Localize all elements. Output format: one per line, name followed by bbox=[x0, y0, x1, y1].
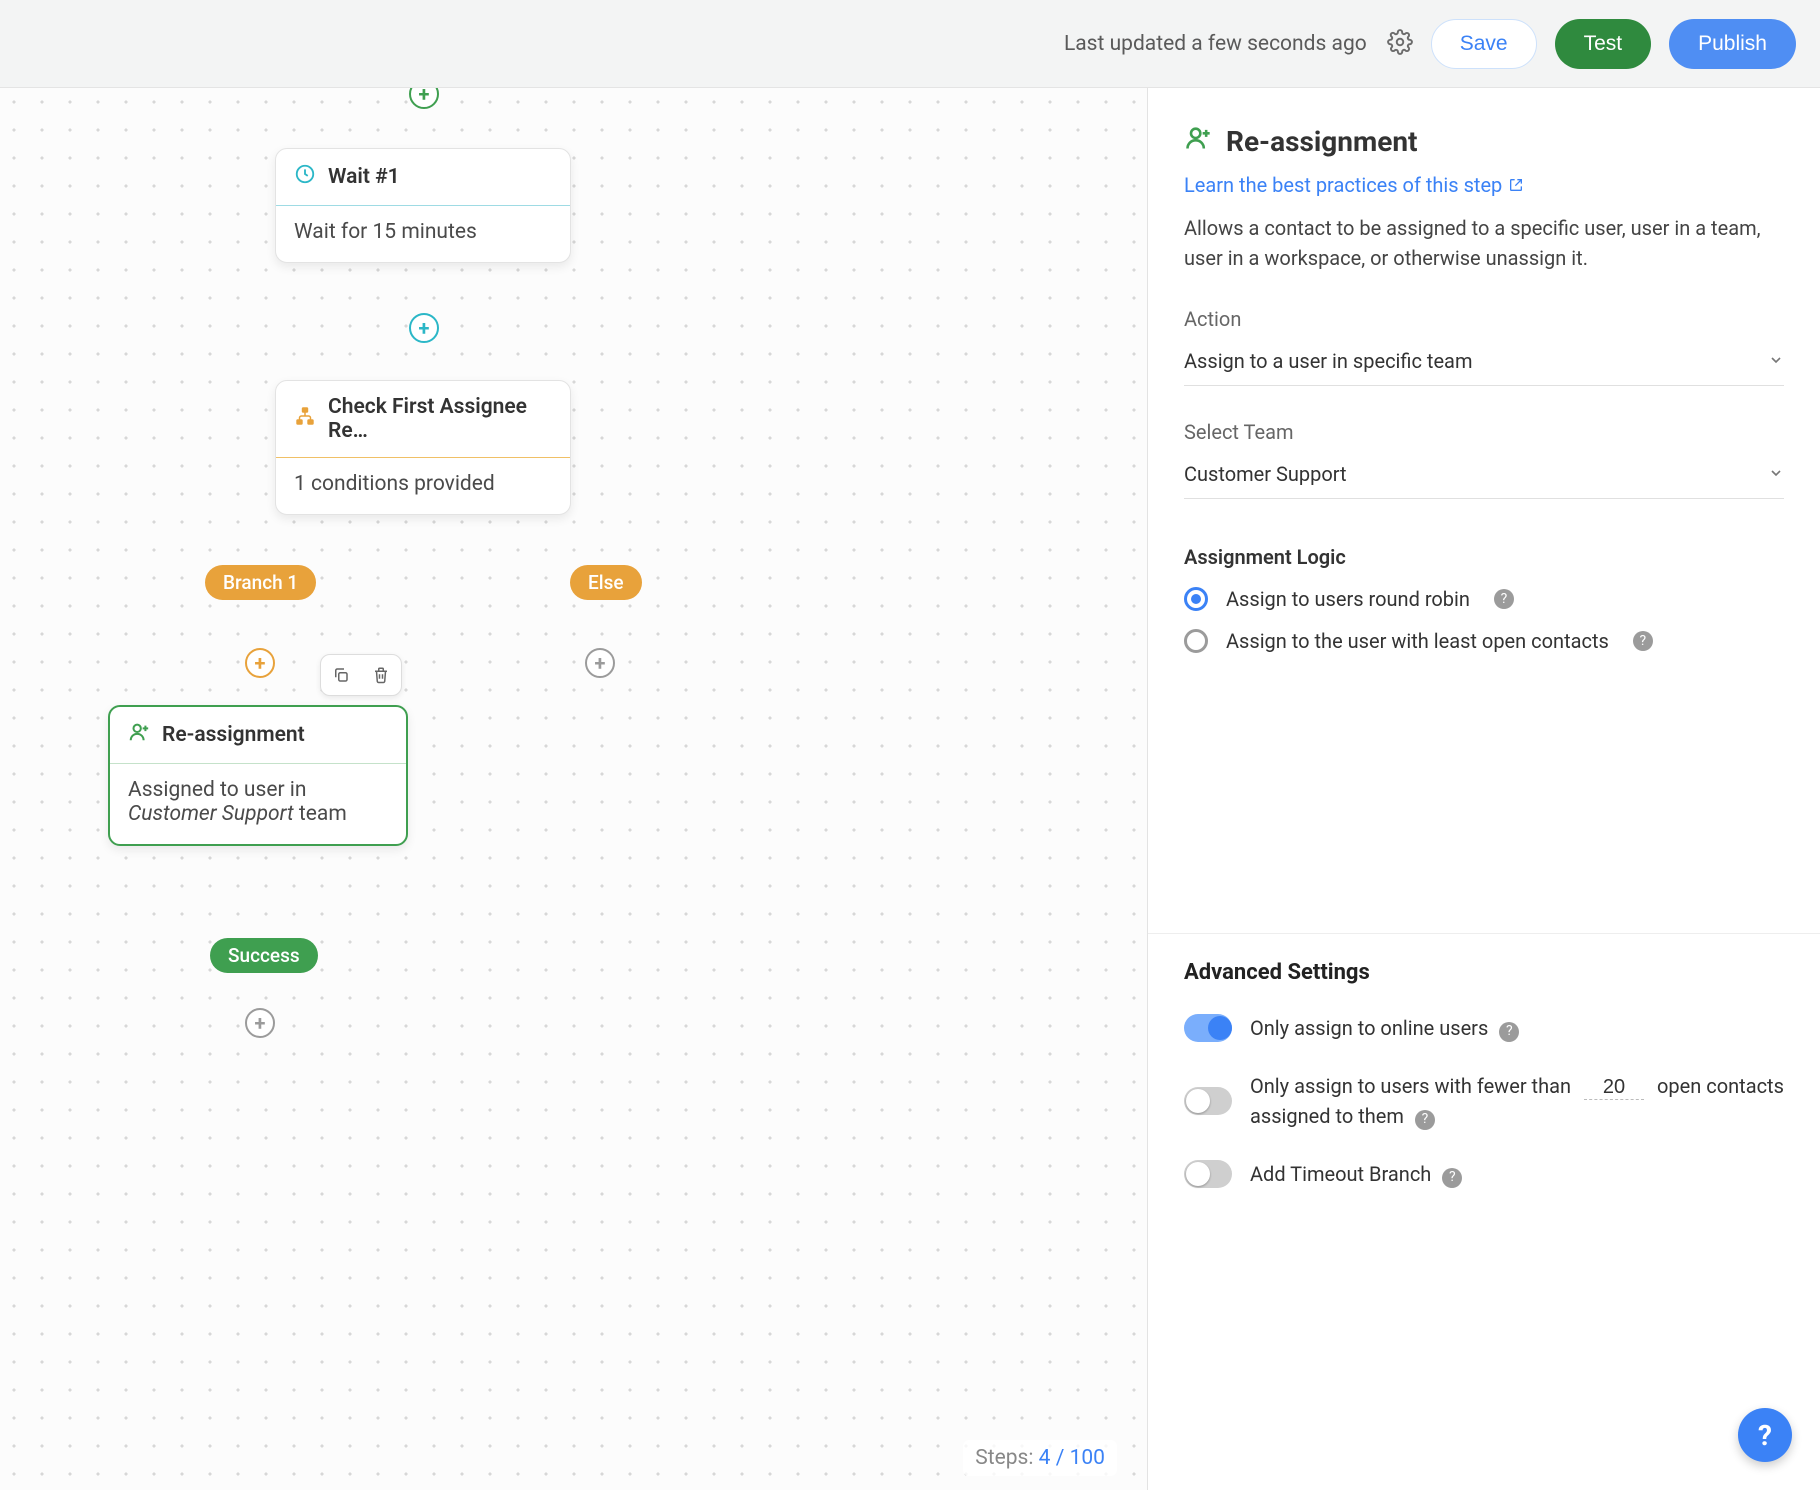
flow-canvas[interactable]: + + + + + Wait #1 Wait for 15 minutes Ch… bbox=[0, 88, 1148, 1490]
radio-checked-icon bbox=[1184, 587, 1208, 611]
help-icon[interactable]: ? bbox=[1415, 1110, 1435, 1130]
node-toolbox bbox=[320, 654, 402, 696]
help-fab[interactable]: ? bbox=[1738, 1408, 1792, 1462]
clock-icon bbox=[294, 163, 316, 191]
advanced-settings-title: Advanced Settings bbox=[1184, 960, 1784, 985]
node-branch[interactable]: Check First Assignee Re… 1 conditions pr… bbox=[275, 380, 571, 515]
node-wait[interactable]: Wait #1 Wait for 15 minutes bbox=[275, 148, 571, 263]
panel-description: Allows a contact to be assigned to a spe… bbox=[1184, 213, 1784, 273]
user-plus-icon bbox=[1184, 124, 1212, 159]
toggle-online-only[interactable]: Only assign to online users ? bbox=[1184, 1013, 1784, 1043]
add-node-branch1[interactable]: + bbox=[245, 648, 275, 678]
logic-option-leastopen[interactable]: Assign to the user with least open conta… bbox=[1184, 629, 1784, 653]
add-node-else[interactable]: + bbox=[585, 648, 615, 678]
team-label: Select Team bbox=[1184, 420, 1784, 444]
success-label[interactable]: Success bbox=[210, 938, 318, 973]
main: + + + + + Wait #1 Wait for 15 minutes Ch… bbox=[0, 88, 1820, 1490]
topbar: Last updated a few seconds ago Save Test… bbox=[0, 0, 1820, 88]
node-reassignment[interactable]: Re-assignment Assigned to user in Custom… bbox=[108, 705, 408, 846]
branch-icon bbox=[294, 405, 316, 433]
toggle-fewer-than[interactable]: Only assign to users with fewer than ope… bbox=[1184, 1071, 1784, 1131]
radio-unchecked-icon bbox=[1184, 629, 1208, 653]
chevron-down-icon bbox=[1768, 462, 1784, 486]
last-updated-text: Last updated a few seconds ago bbox=[1064, 32, 1367, 56]
add-node-after-wait[interactable]: + bbox=[409, 313, 439, 343]
side-panel: Re-assignment Learn the best practices o… bbox=[1148, 88, 1820, 1490]
toggle-off-icon bbox=[1184, 1160, 1232, 1188]
action-select[interactable]: Assign to a user in specific team bbox=[1184, 337, 1784, 386]
team-select[interactable]: Customer Support bbox=[1184, 450, 1784, 499]
node-reassign-title: Re-assignment bbox=[162, 723, 305, 747]
gear-icon[interactable] bbox=[1387, 29, 1413, 59]
node-branch-body: 1 conditions provided bbox=[276, 458, 570, 514]
learn-link[interactable]: Learn the best practices of this step bbox=[1184, 173, 1524, 197]
toggle-off-icon bbox=[1184, 1087, 1232, 1115]
add-node-top[interactable]: + bbox=[409, 88, 439, 109]
add-node-after-success[interactable]: + bbox=[245, 1008, 275, 1038]
help-icon[interactable]: ? bbox=[1494, 589, 1514, 609]
node-wait-body: Wait for 15 minutes bbox=[276, 206, 570, 262]
delete-button[interactable] bbox=[361, 655, 401, 695]
node-reassign-body: Assigned to user in Customer Support tea… bbox=[110, 764, 406, 844]
toggle-on-icon bbox=[1184, 1014, 1232, 1042]
test-button[interactable]: Test bbox=[1555, 19, 1652, 69]
toggle-timeout-branch[interactable]: Add Timeout Branch ? bbox=[1184, 1159, 1784, 1189]
publish-button[interactable]: Publish bbox=[1669, 19, 1796, 69]
chevron-down-icon bbox=[1768, 349, 1784, 373]
node-wait-title: Wait #1 bbox=[328, 165, 400, 189]
copy-button[interactable] bbox=[321, 655, 361, 695]
panel-title: Re-assignment bbox=[1184, 124, 1784, 159]
save-button[interactable]: Save bbox=[1431, 19, 1537, 69]
help-icon[interactable]: ? bbox=[1633, 631, 1653, 651]
branch-label-else[interactable]: Else bbox=[570, 565, 642, 600]
user-plus-icon bbox=[128, 721, 150, 749]
fewer-than-input[interactable] bbox=[1584, 1076, 1644, 1100]
help-icon[interactable]: ? bbox=[1442, 1168, 1462, 1188]
action-label: Action bbox=[1184, 307, 1784, 331]
steps-counter: Steps: 4 / 100 bbox=[963, 1440, 1117, 1476]
logic-label: Assignment Logic bbox=[1184, 545, 1784, 569]
logic-option-roundrobin[interactable]: Assign to users round robin ? bbox=[1184, 587, 1784, 611]
help-icon[interactable]: ? bbox=[1499, 1022, 1519, 1042]
node-branch-title: Check First Assignee Re… bbox=[328, 395, 552, 443]
connector bbox=[260, 540, 600, 543]
branch-label-branch1[interactable]: Branch 1 bbox=[205, 565, 316, 600]
